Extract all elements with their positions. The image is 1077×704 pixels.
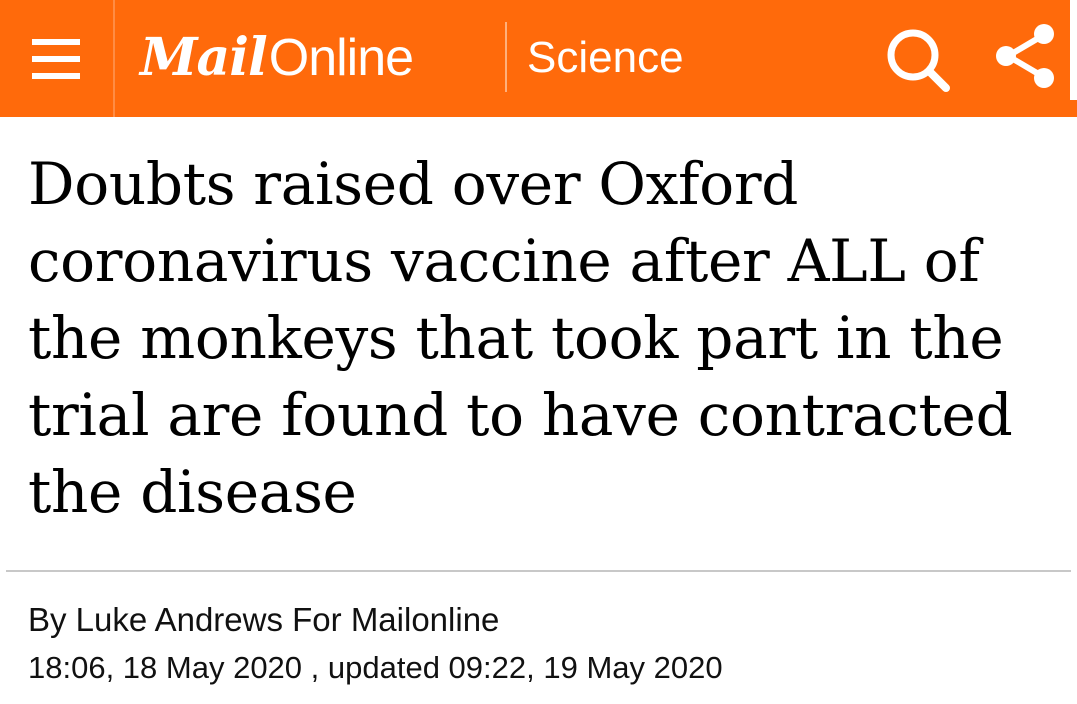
search-icon xyxy=(887,29,950,92)
article-dateline: 18:06, 18 May 2020 , updated 09:22, 19 M… xyxy=(28,650,723,685)
article-byline: By Luke Andrews For Mailonline xyxy=(28,601,500,638)
header-divider xyxy=(113,0,115,117)
site-header: Mail Online Science xyxy=(0,0,1077,117)
share-button[interactable] xyxy=(988,18,1064,94)
header-edge xyxy=(1070,0,1077,100)
mailonline-logo[interactable]: Mail Online xyxy=(140,18,414,98)
headline-divider xyxy=(6,570,1071,572)
logo-mail-text: Mail xyxy=(140,27,268,88)
share-icon xyxy=(996,24,1054,88)
article-headline: Doubts raised over Oxford coronavirus va… xyxy=(28,150,1013,526)
hamburger-menu-icon xyxy=(32,38,80,79)
section-separator xyxy=(505,22,507,92)
search-button[interactable] xyxy=(880,22,956,98)
menu-button[interactable] xyxy=(0,0,112,117)
section-link-science[interactable]: Science xyxy=(527,30,684,86)
logo-online-text: Online xyxy=(268,29,414,87)
